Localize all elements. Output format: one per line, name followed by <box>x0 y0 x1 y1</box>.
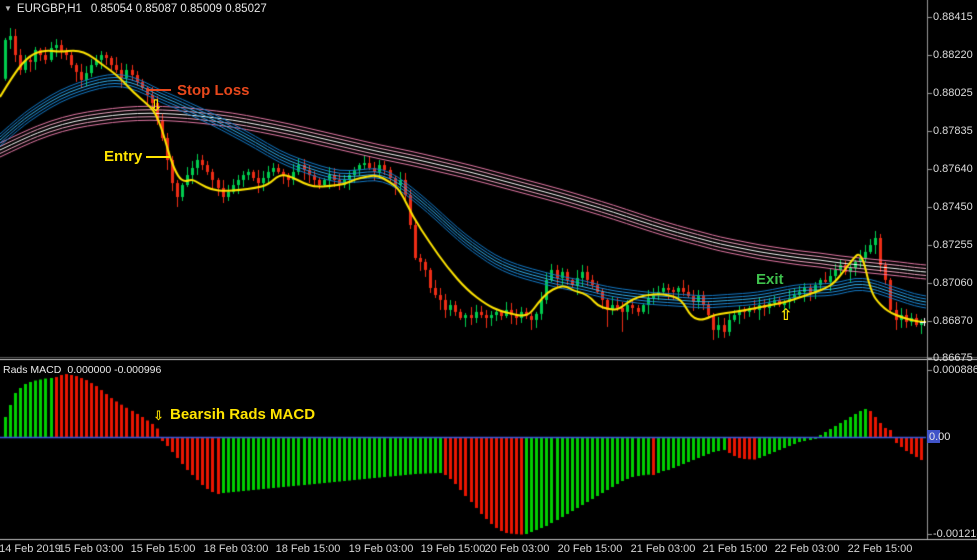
quote-values: 0.85054 0.85087 0.85009 0.85027 <box>90 3 267 15</box>
symbol-timeframe-label: EURGBP,H1 <box>16 3 82 15</box>
stop-loss-label[interactable]: Stop Loss <box>177 82 250 99</box>
time-axis-label: 15 Feb 03:00 <box>58 543 124 555</box>
time-axis-label: 18 Feb 03:00 <box>203 543 269 555</box>
time-axis-label: 21 Feb 15:00 <box>702 543 768 555</box>
price-axis-label: 0.86870 <box>933 315 973 327</box>
symbol-dropdown-icon: ▼ <box>4 4 12 13</box>
entry-label[interactable]: Entry <box>104 148 142 165</box>
indicator-values: 0.000000 -0.000996 <box>67 364 162 376</box>
price-axis-label: 0.88415 <box>933 11 973 23</box>
stop-loss-tick-line[interactable] <box>147 89 171 91</box>
price-axis-label: 0.87255 <box>933 239 973 251</box>
price-axis-label: 0.88025 <box>933 87 973 99</box>
time-axis-label: 20 Feb 03:00 <box>484 543 550 555</box>
sell-arrow-icon[interactable]: ⇩ <box>149 96 162 115</box>
time-axis-label: 19 Feb 15:00 <box>420 543 486 555</box>
macd-note-label[interactable]: Bearsih Rads MACD <box>170 406 315 423</box>
time-axis-label: 20 Feb 15:00 <box>557 543 623 555</box>
macd-note-arrow-icon[interactable]: ⇩ <box>153 409 164 424</box>
indicator-name: Rads MACD <box>3 364 62 376</box>
quote-overlay: ▼ EURGBP,H1 0.85054 0.85087 0.85009 0.8502… <box>4 3 267 15</box>
time-axis-label: 14 Feb 2019 <box>0 543 61 555</box>
price-axis-label: 0.87450 <box>933 201 973 213</box>
exit-label[interactable]: Exit <box>756 271 784 288</box>
macd-zero-label: 0.00 <box>929 431 951 443</box>
time-axis-label: 15 Feb 15:00 <box>130 543 196 555</box>
price-axis-label: 0.87640 <box>933 163 973 175</box>
price-axis-label: 0.86675 <box>933 352 973 364</box>
price-axis-label: 0.88220 <box>933 49 973 61</box>
indicator-pane-label: Rads MACD 0.000000 -0.000996 <box>3 364 161 376</box>
chart-canvas[interactable] <box>0 0 977 560</box>
macd-axis-label: 0.000886 <box>933 364 977 376</box>
mt4-chart-window: ▼ EURGBP,H1 0.85054 0.85087 0.85009 0.8502… <box>0 0 977 560</box>
time-axis-label: 22 Feb 15:00 <box>847 543 913 555</box>
time-axis-label: 19 Feb 03:00 <box>348 543 414 555</box>
time-axis-label: 21 Feb 03:00 <box>630 543 696 555</box>
price-axis-label: 0.87060 <box>933 277 973 289</box>
exit-arrow-icon[interactable]: ⇧ <box>779 305 792 324</box>
entry-tick-line[interactable] <box>146 156 170 158</box>
time-axis-label: 22 Feb 03:00 <box>774 543 840 555</box>
price-axis-label: 0.87835 <box>933 125 973 137</box>
macd-axis-label: -0.001218 <box>933 528 977 540</box>
time-axis-label: 18 Feb 15:00 <box>275 543 341 555</box>
